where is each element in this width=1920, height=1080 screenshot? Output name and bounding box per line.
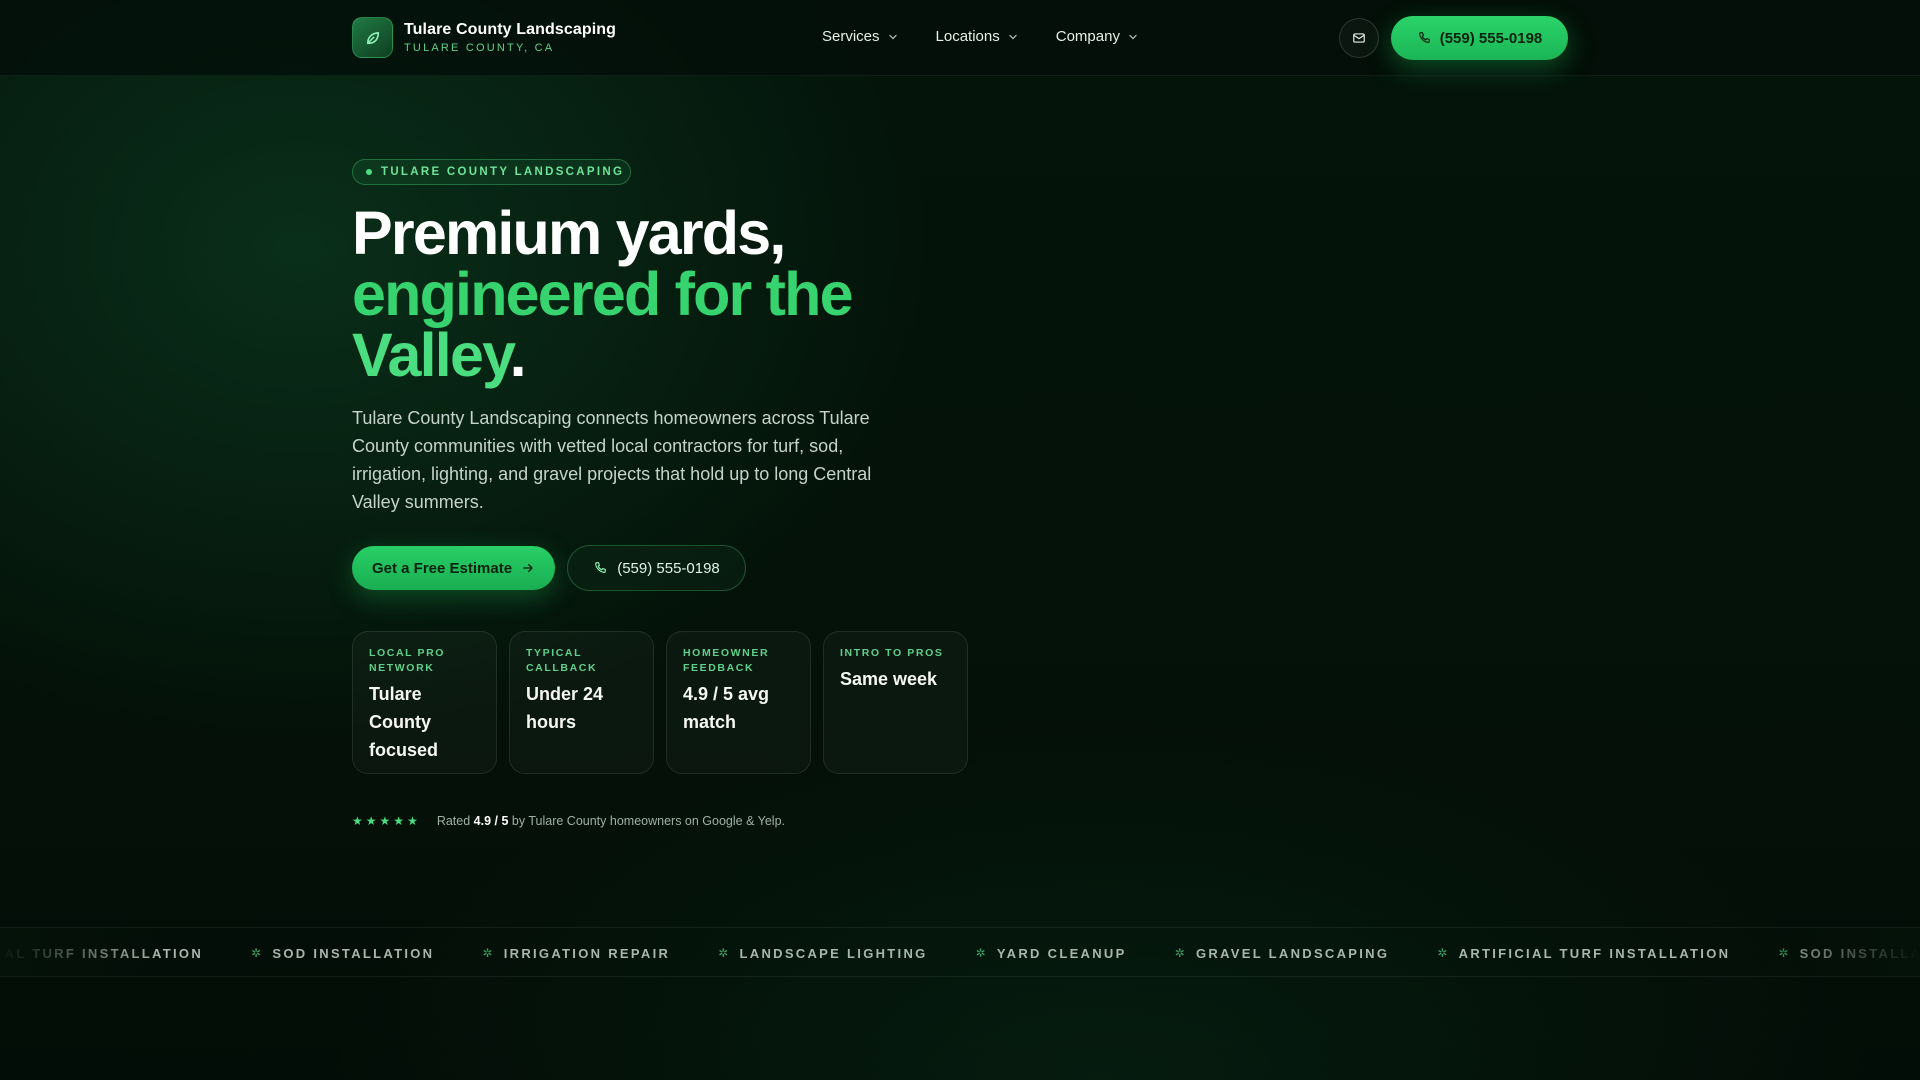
marquee-item: ✲ARTIFICIAL TURF INSTALLATION <box>0 946 203 961</box>
stat-card: HOMEOWNER FEEDBACK 4.9 / 5 avg match <box>666 631 811 774</box>
headline-line-2: engineered for the <box>352 260 854 328</box>
arrow-right-icon <box>523 563 533 573</box>
stat-label: HOMEOWNER FEEDBACK <box>683 647 770 674</box>
marquee-item-label: ARTIFICIAL TURF INSTALLATION <box>1458 945 1731 961</box>
star-icon: ★ <box>393 814 405 828</box>
hero-phone-button[interactable]: (559) 555-0198 <box>567 545 746 591</box>
sparkle-icon: ✲ <box>718 946 731 960</box>
rating-suffix: by Tulare County homeowners on Google & … <box>511 814 785 828</box>
sparkle-icon: ✲ <box>482 946 495 960</box>
stat-value: Tulare County focused <box>369 684 439 760</box>
marquee-track: ✲ ARTIFICIAL TURF INSTALLATION ✲ SOD INSTA… <box>0 928 1920 976</box>
brand-tagline: TULARE COUNTY, CA <box>404 42 555 54</box>
marquee-item-label: LANDSCAPE LIGHTING <box>739 945 928 961</box>
free-estimate-button[interactable]: Get a Free Estimate <box>352 546 555 590</box>
header-phone-button[interactable]: (559) 555-0198 <box>1391 16 1568 60</box>
services-marquee: ✲ ARTIFICIAL TURF INSTALLATION ✲ SOD INSTA… <box>0 927 1920 977</box>
marquee-item: ✲ ARTIFICIAL TURF INSTALLATION <box>1437 946 1730 961</box>
rating-line: ★ ★ ★ ★ ★ Rated 4.9 / 5 by Tulare County… <box>352 814 785 828</box>
status-dot-icon <box>366 169 372 175</box>
marquee-item-label: YARD CLEANUP <box>996 945 1127 961</box>
stat-card: TYPICAL CALLBACK Under 24 hours <box>509 631 654 774</box>
stat-value: 4.9 / 5 avg match <box>683 684 770 732</box>
star-rating: ★ ★ ★ ★ ★ <box>352 814 421 828</box>
marquee-item-label: GRAVEL LANDSCAPING <box>1195 945 1390 961</box>
marquee-item: ✲ SOD INSTALLATION <box>251 946 434 961</box>
stat-label: INTRO TO PROS <box>840 647 944 659</box>
leaf-logo-icon <box>352 17 393 58</box>
phone-icon <box>595 562 607 573</box>
hero-description: Tulare County Landscaping connects homeo… <box>352 408 872 512</box>
hero-headline: Premium yards, engineered for the Valley… <box>352 203 992 386</box>
headline-line-1: Premium yards, <box>352 199 786 267</box>
headline-valley: Valley <box>352 321 511 389</box>
star-icon: ★ <box>407 814 418 828</box>
main-nav: Services Locations Company <box>822 28 1176 45</box>
star-icon: ★ <box>352 814 363 828</box>
sparkle-icon: ✲ <box>1174 946 1187 960</box>
stat-card: INTRO TO PROS Same week <box>823 631 968 774</box>
site-header: Tulare County Landscaping TULARE COUNTY,… <box>0 0 1920 76</box>
header-phone-label: (559) 555-0198 <box>1439 29 1543 47</box>
marquee-item: ✲ YARD CLEANUP <box>976 946 1127 961</box>
sparkle-icon: ✲ <box>975 946 988 960</box>
marquee-item: ✲ GRAVEL LANDSCAPING <box>1175 946 1390 961</box>
chevron-down-icon <box>1009 34 1017 39</box>
hero-eyebrow-badge: TULARE COUNTY LANDSCAPING <box>352 159 631 185</box>
star-icon: ★ <box>379 814 391 828</box>
brand-name: Tulare County Landscaping <box>404 21 616 38</box>
stat-label: LOCAL PRO NETWORK <box>369 647 446 674</box>
marquee-item: ✲ LANDSCAPE LIGHTING <box>718 946 927 961</box>
chevron-down-icon <box>888 34 897 39</box>
stat-value: Same week <box>840 669 938 689</box>
marquee-item-label: SOD INSTALLATION <box>1799 945 1920 961</box>
hero-eyebrow-text: TULARE COUNTY LANDSCAPING <box>381 166 625 178</box>
marquee-item-label: ARTIFICIAL TURF INSTALLATION <box>0 945 204 961</box>
sparkle-icon: ✲ <box>1778 946 1791 960</box>
phone-icon <box>1418 32 1430 43</box>
marquee-item-label: SOD INSTALLATION <box>272 945 435 961</box>
free-estimate-label: Get a Free Estimate <box>371 559 513 577</box>
rating-prefix: Rated <box>436 814 471 828</box>
marquee-item: ✲ IRRIGATION REPAIR <box>482 946 670 961</box>
stat-card: LOCAL PRO NETWORK Tulare County focused <box>352 631 497 774</box>
marquee-item-label: IRRIGATION REPAIR <box>503 945 671 961</box>
headline-line-3: Valley. <box>352 325 992 386</box>
brand-text: Tulare County Landscaping TULARE COUNTY,… <box>404 21 616 54</box>
sparkle-icon: ✲ <box>1437 946 1450 960</box>
rating-score: 4.9 / 5 <box>473 814 509 828</box>
stat-value: Under 24 hours <box>526 684 604 732</box>
brand[interactable]: Tulare County Landscaping TULARE COUNTY,… <box>352 17 616 58</box>
mail-icon <box>1353 33 1365 43</box>
hero-phone-label: (559) 555-0198 <box>617 559 720 577</box>
sparkle-icon: ✲ <box>251 946 264 960</box>
stat-label: TYPICAL CALLBACK <box>526 647 598 674</box>
chevron-down-icon <box>1129 34 1137 39</box>
nav-company-label: Company <box>1055 28 1120 45</box>
star-icon: ★ <box>365 814 377 828</box>
nav-locations[interactable]: Locations <box>936 28 1018 45</box>
marquee-item: ✲ SOD INSTALLATION <box>1778 946 1920 961</box>
nav-locations-label: Locations <box>935 28 1000 45</box>
nav-company[interactable]: Company <box>1056 28 1138 45</box>
nav-services[interactable]: Services <box>822 28 898 45</box>
nav-services-label: Services <box>822 28 880 45</box>
headline-period: . <box>509 321 527 389</box>
email-button[interactable] <box>1339 18 1379 58</box>
stats-cards: LOCAL PRO NETWORK Tulare County focused … <box>352 631 980 774</box>
